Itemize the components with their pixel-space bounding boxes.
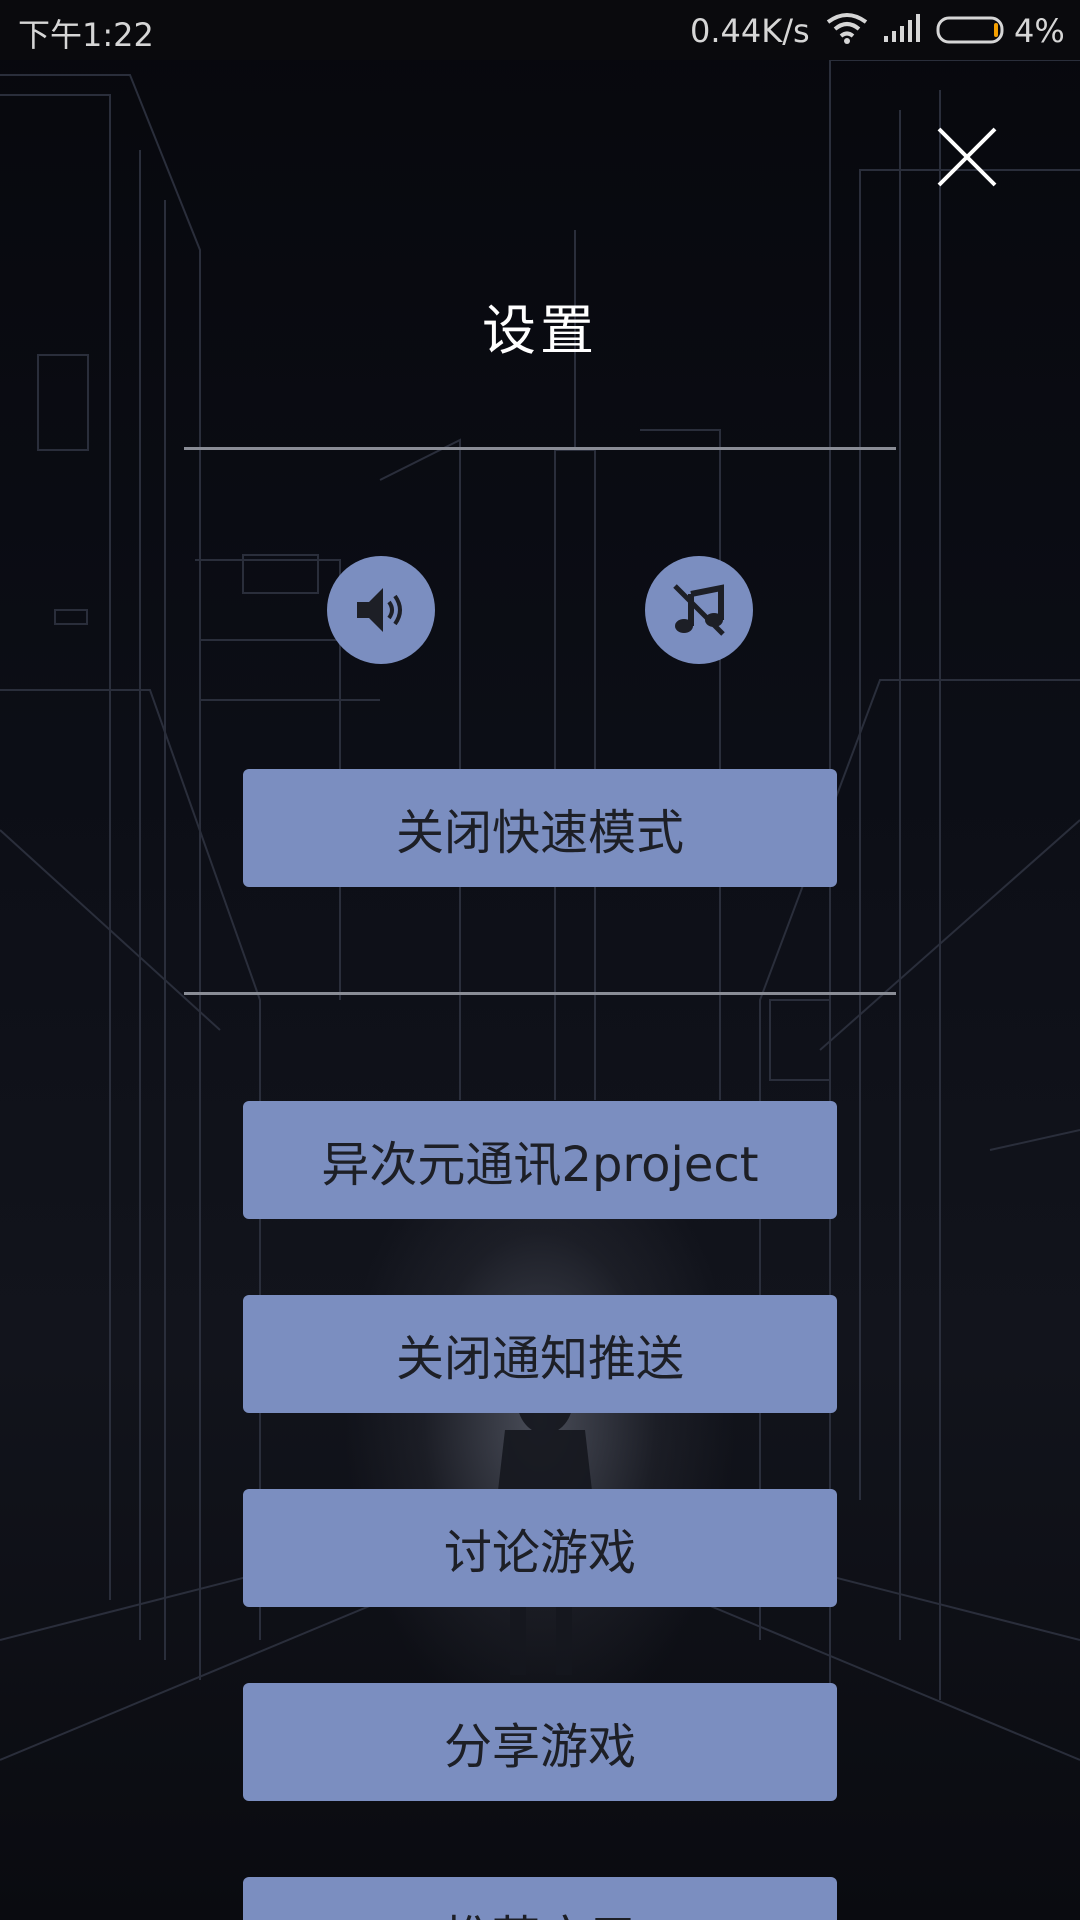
fast-mode-button[interactable]: 关闭快速模式 bbox=[243, 769, 837, 887]
battery-percent: 4% bbox=[1014, 12, 1065, 50]
close-icon[interactable] bbox=[935, 125, 999, 189]
page-title: 设置 bbox=[482, 299, 598, 362]
status-bar: 下午1:22 0.44K/s 4% bbox=[0, 0, 1080, 60]
divider-top bbox=[184, 447, 896, 450]
wifi-icon bbox=[826, 13, 868, 44]
music-toggle-button[interactable] bbox=[645, 556, 753, 664]
music-off-icon bbox=[673, 584, 725, 636]
share-game-button[interactable]: 分享游戏 bbox=[243, 1683, 837, 1801]
status-time: 下午1:22 bbox=[18, 16, 154, 54]
recommend-app-button[interactable]: 推荐应用 bbox=[243, 1877, 837, 1920]
network-speed: 0.44K/s bbox=[690, 12, 810, 50]
signal-icon bbox=[884, 14, 920, 42]
push-notification-button[interactable]: 关闭通知推送 bbox=[243, 1295, 837, 1413]
divider-middle bbox=[184, 992, 896, 995]
sound-toggle-button[interactable] bbox=[327, 556, 435, 664]
battery-icon bbox=[936, 16, 1004, 44]
settings-screen: 下午1:22 0.44K/s 4% 设置 关闭快速模式 异次元通讯2projec… bbox=[0, 0, 1080, 1920]
discuss-game-button[interactable]: 讨论游戏 bbox=[243, 1489, 837, 1607]
project-button[interactable]: 异次元通讯2project bbox=[243, 1101, 837, 1219]
speaker-icon bbox=[357, 588, 402, 632]
